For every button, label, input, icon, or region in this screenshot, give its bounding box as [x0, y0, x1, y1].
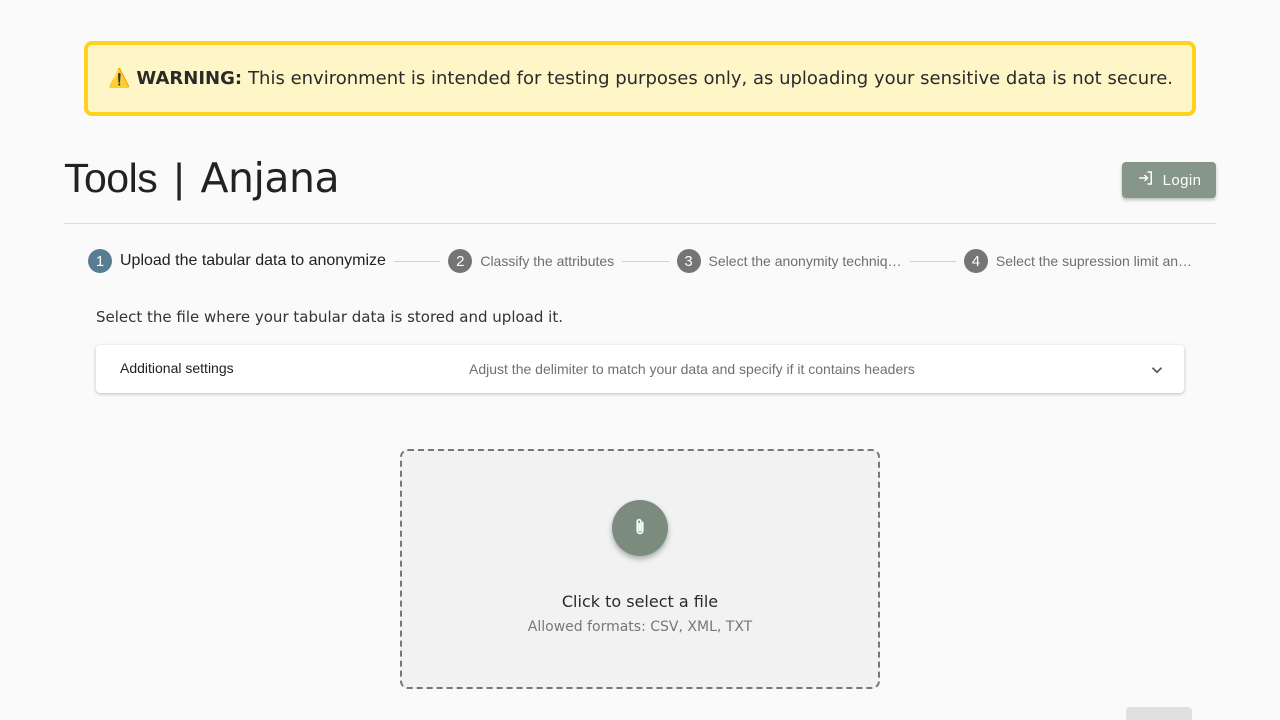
step-label: Select the anonymity techniq… [708, 253, 902, 269]
warning-message: This environment is intended for testing… [248, 68, 1174, 89]
login-label: Login [1162, 171, 1202, 189]
warning-banner: ⚠️ WARNING: This environment is intended… [84, 41, 1196, 116]
step-number: 2 [448, 249, 473, 273]
warning-icon: ⚠️ [108, 68, 131, 89]
brand-prefix: Tools [64, 155, 158, 201]
select-file-button[interactable] [612, 500, 668, 556]
step-connector [909, 260, 956, 262]
step-number: 3 [676, 249, 701, 273]
step-label: Upload the tabular data to anonymize [120, 252, 386, 269]
step-connector [622, 260, 669, 262]
chevron-down-icon[interactable] [1148, 361, 1166, 379]
step-upload[interactable]: 1 Upload the tabular data to anonymize [88, 249, 386, 273]
step-number: 4 [963, 249, 988, 273]
dropzone-formats: Allowed formats: CSV, XML, TXT [527, 619, 753, 635]
step-classify[interactable]: 2 Classify the attributes [448, 249, 614, 273]
step-label: Classify the attributes [480, 253, 615, 269]
paperclip-icon [629, 516, 651, 541]
next-button[interactable] [1126, 707, 1192, 720]
step-suppression[interactable]: 4 Select the supression limit an… [963, 249, 1193, 273]
step-connector [393, 260, 441, 262]
dropzone-title: Click to select a file [561, 592, 719, 611]
upload-instruction: Select the file where your tabular data … [96, 308, 563, 326]
warning-label: WARNING: [136, 68, 243, 89]
brand-separator: | [173, 155, 185, 201]
additional-settings-panel[interactable]: Additional settings Adjust the delimiter… [96, 345, 1184, 393]
step-number: 1 [88, 249, 112, 273]
page-header: Tools | Anjana Login [64, 152, 1216, 224]
stepper: 1 Upload the tabular data to anonymize 2… [88, 249, 1192, 273]
step-technique[interactable]: 3 Select the anonymity techniq… [676, 249, 902, 273]
brand-name: Anjana [200, 154, 340, 202]
login-button[interactable]: Login [1122, 162, 1216, 198]
accordion-description: Adjust the delimiter to match your data … [469, 361, 915, 377]
file-dropzone[interactable]: Click to select a file Allowed formats: … [400, 449, 880, 689]
page-title: Tools | Anjana [64, 152, 340, 204]
login-icon [1137, 169, 1155, 191]
step-label: Select the supression limit an… [995, 253, 1193, 269]
accordion-title: Additional settings [120, 360, 234, 376]
